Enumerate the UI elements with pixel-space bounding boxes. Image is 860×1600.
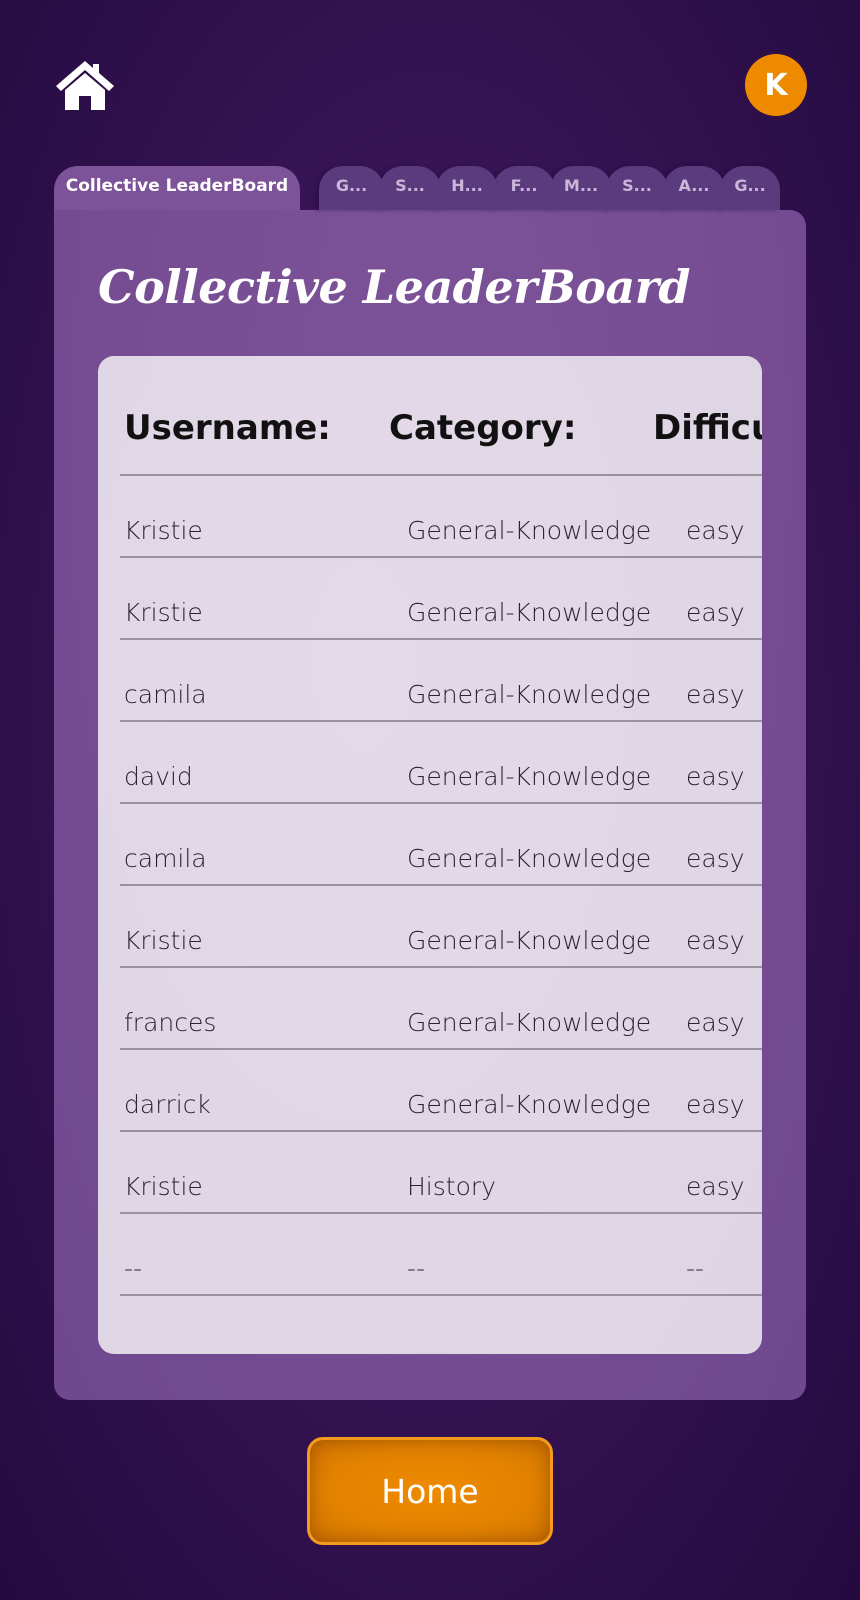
tab-3[interactable]: H... <box>436 166 498 210</box>
tab-7[interactable]: A... <box>663 166 725 210</box>
home-icon[interactable] <box>54 58 116 112</box>
table-header: Username: Category: Difficu <box>120 356 762 476</box>
tab-8[interactable]: G... <box>720 166 780 210</box>
table-row: -- -- -- <box>120 1214 762 1296</box>
tab-label: A... <box>678 176 710 195</box>
table-row: david General-Knowledge easy <box>120 722 762 804</box>
cell-category: General-Knowledge <box>407 680 652 709</box>
tab-4[interactable]: F... <box>493 166 555 210</box>
cell-category: General-Knowledge <box>407 1008 652 1037</box>
tab-label: M... <box>563 176 599 195</box>
user-avatar[interactable]: K <box>745 54 807 116</box>
table-row: Kristie History easy <box>120 1132 762 1214</box>
cell-difficulty: easy <box>686 1008 745 1037</box>
column-header-username: Username: <box>124 408 331 448</box>
cell-username: darrick <box>124 1090 211 1119</box>
cell-difficulty: -- <box>686 1254 705 1283</box>
column-header-difficulty: Difficu <box>653 408 762 448</box>
table-row: frances General-Knowledge easy <box>120 968 762 1050</box>
table-row: camila General-Knowledge easy <box>120 804 762 886</box>
cell-username: Kristie <box>124 598 203 627</box>
tab-label: G... <box>335 176 368 195</box>
cell-category: General-Knowledge <box>407 762 652 791</box>
cell-difficulty: easy <box>686 516 745 545</box>
tab-label: Collective LeaderBoard <box>65 176 289 196</box>
table-row: camila General-Knowledge easy <box>120 640 762 722</box>
tab-5[interactable]: M... <box>550 166 612 210</box>
cell-username: camila <box>124 844 207 873</box>
tab-2[interactable]: S... <box>379 166 441 210</box>
column-header-category: Category: <box>389 408 577 448</box>
cell-category: General-Knowledge <box>407 926 652 955</box>
cell-username: david <box>124 762 193 791</box>
cell-category: General-Knowledge <box>407 516 652 545</box>
cell-difficulty: easy <box>686 1090 745 1119</box>
tab-1[interactable]: G... <box>319 166 384 210</box>
table-row: darrick General-Knowledge easy <box>120 1050 762 1132</box>
tab-label: S... <box>395 176 425 195</box>
cell-difficulty: easy <box>686 926 745 955</box>
cell-username: camila <box>124 680 207 709</box>
page-title: Collective LeaderBoard <box>98 260 691 314</box>
cell-username: -- <box>124 1254 143 1283</box>
cell-difficulty: easy <box>686 762 745 791</box>
cell-category: General-Knowledge <box>407 844 652 873</box>
cell-difficulty: easy <box>686 844 745 873</box>
table-row: Kristie General-Knowledge easy <box>120 558 762 640</box>
tab-label: G... <box>734 176 766 195</box>
tab-label: S... <box>622 176 652 195</box>
cell-category: General-Knowledge <box>407 598 652 627</box>
table-row: Kristie General-Knowledge easy <box>120 476 762 558</box>
cell-username: Kristie <box>124 926 203 955</box>
home-button-label: Home <box>381 1471 479 1511</box>
avatar-initial: K <box>764 67 788 103</box>
tab-6[interactable]: S... <box>606 166 668 210</box>
cell-difficulty: easy <box>686 598 745 627</box>
cell-category: History <box>407 1172 496 1201</box>
cell-username: Kristie <box>124 1172 203 1201</box>
home-button[interactable]: Home <box>307 1437 553 1545</box>
cell-category: General-Knowledge <box>407 1090 652 1119</box>
table-row: Kristie General-Knowledge easy <box>120 886 762 968</box>
tab-collective-leaderboard[interactable]: Collective LeaderBoard <box>54 166 300 210</box>
cell-difficulty: easy <box>686 1172 745 1201</box>
cell-username: Kristie <box>124 516 203 545</box>
cell-username: frances <box>124 1008 217 1037</box>
cell-category: -- <box>407 1254 426 1283</box>
leaderboard-panel: Collective LeaderBoard Username: Categor… <box>54 210 806 1400</box>
tab-label: H... <box>451 176 483 195</box>
cell-difficulty: easy <box>686 680 745 709</box>
tab-label: F... <box>510 176 538 195</box>
leaderboard-table[interactable]: Username: Category: Difficu Kristie Gene… <box>98 356 762 1354</box>
